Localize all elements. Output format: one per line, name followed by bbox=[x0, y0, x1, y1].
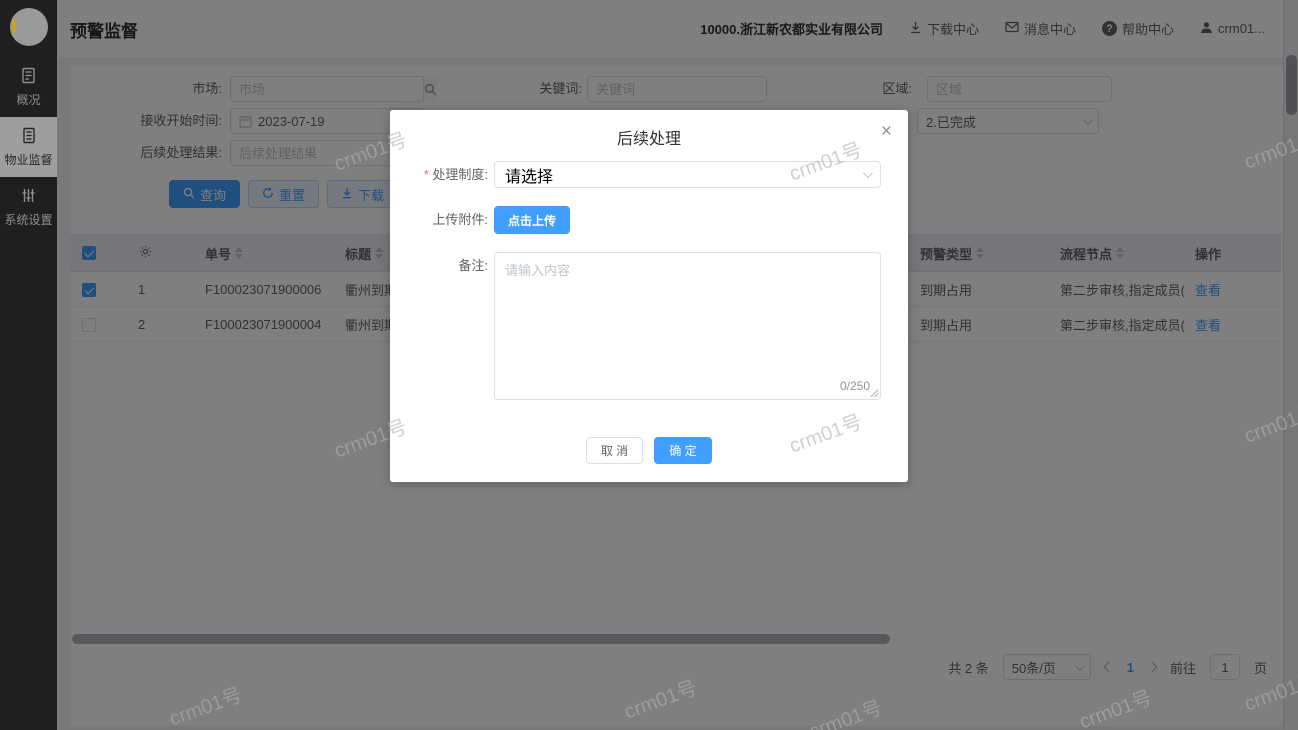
property-doc-icon bbox=[20, 127, 37, 149]
remark-textarea[interactable] bbox=[495, 253, 880, 399]
institution-label: 处理制度: bbox=[390, 161, 488, 188]
sidebar-item-system-settings[interactable]: 系统设置 bbox=[0, 177, 57, 237]
cancel-button[interactable]: 取 消 bbox=[586, 437, 643, 464]
sidebar: 概况 物业监督 系统设置 bbox=[0, 0, 57, 730]
follow-up-modal: 后续处理 × 处理制度: 请选择 上传附件: 点击上传 备注: 0/250 取 … bbox=[390, 110, 908, 482]
modal-title: 后续处理 bbox=[616, 131, 681, 148]
app-logo-avatar[interactable] bbox=[10, 8, 48, 46]
sidebar-item-label: 系统设置 bbox=[4, 213, 53, 227]
confirm-button[interactable]: 确 定 bbox=[654, 437, 712, 464]
upload-label: 上传附件: bbox=[432, 212, 488, 227]
sidebar-item-label: 物业监督 bbox=[4, 153, 53, 167]
institution-select[interactable]: 请选择 bbox=[494, 161, 881, 188]
remark-label: 备注: bbox=[458, 258, 488, 273]
sidebar-item-property-supervision[interactable]: 物业监督 bbox=[0, 117, 57, 177]
sidebar-item-label: 概况 bbox=[16, 93, 41, 107]
overview-doc-icon bbox=[20, 67, 37, 89]
settings-sliders-icon bbox=[20, 187, 37, 209]
upload-button[interactable]: 点击上传 bbox=[494, 206, 570, 234]
chevron-down-icon bbox=[862, 168, 873, 179]
resize-grip-icon[interactable] bbox=[870, 389, 878, 397]
close-icon[interactable]: × bbox=[881, 122, 892, 141]
institution-placeholder: 请选择 bbox=[505, 168, 554, 186]
char-counter: 0/250 bbox=[839, 379, 870, 393]
remark-textarea-wrap: 0/250 bbox=[494, 252, 881, 400]
sidebar-item-overview[interactable]: 概况 bbox=[0, 57, 57, 117]
